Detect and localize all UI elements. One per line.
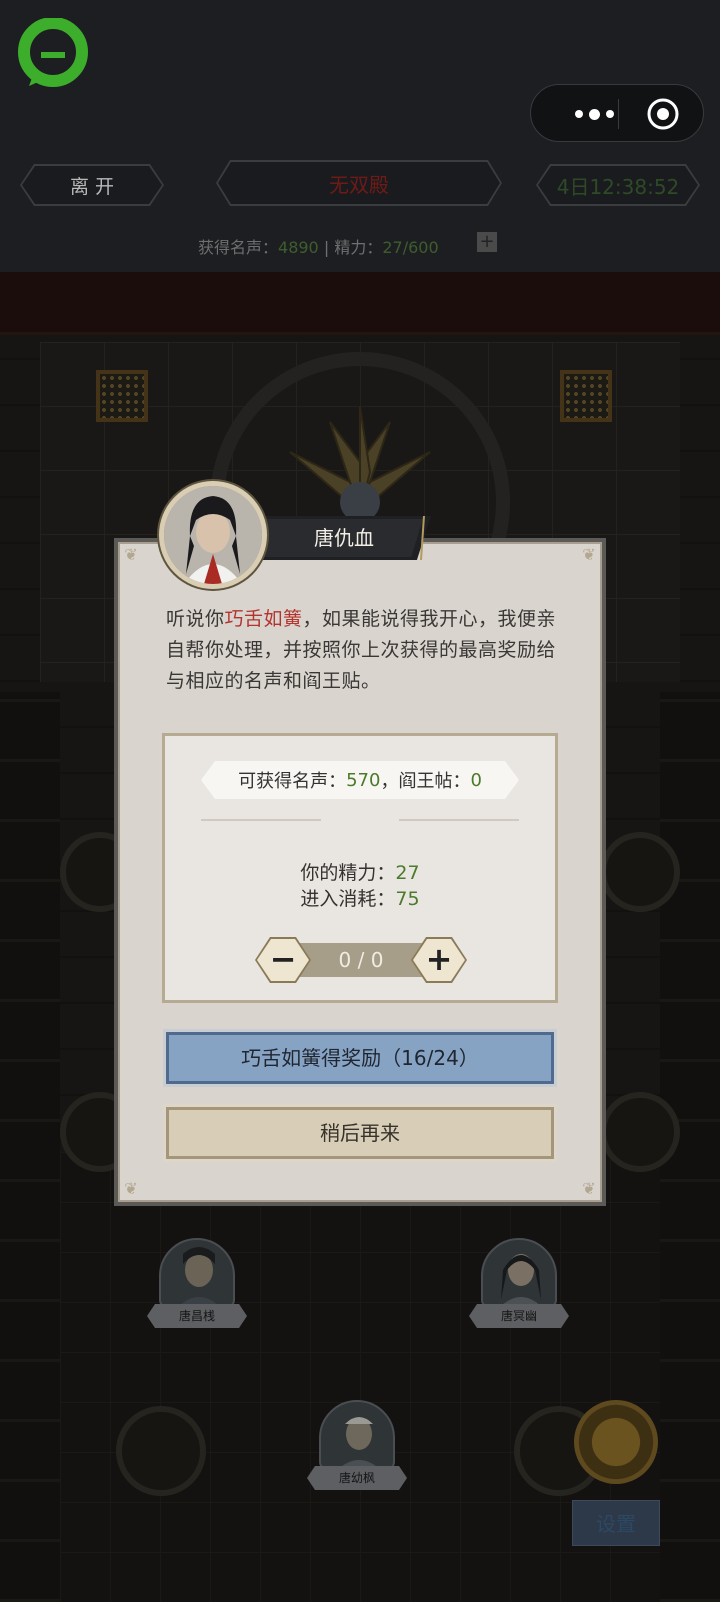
- leave-label: 离 开: [22, 166, 162, 204]
- timer-banner: 4日12:38:52: [536, 164, 700, 206]
- reward-fame-value: 570: [346, 769, 381, 791]
- add-energy-button[interactable]: +: [477, 232, 497, 252]
- cost-value: 75: [395, 888, 420, 910]
- corner-ornament: ❦: [124, 1179, 138, 1198]
- reward-ticket-value: 0: [470, 769, 482, 791]
- character-name: 唐幼枫: [307, 1466, 407, 1490]
- character-name-banner: 唐仇血: [255, 516, 431, 560]
- energy-label: 精力：: [334, 238, 383, 257]
- capsule-divider: [618, 99, 619, 129]
- reward-panel: 可获得名声： 570 ，阎王帖： 0 你的精力：27 进入消耗：75 0 / 0 − …: [162, 733, 558, 1003]
- dialog-description: 听说你巧舌如簧，如果能说得我开心，我便亲自帮你处理，并按照你上次获得的最高奖励给…: [166, 604, 560, 697]
- reward-ticket-label: ，阎王帖：: [380, 771, 471, 792]
- desc-highlight: 巧舌如簧: [224, 608, 303, 630]
- corner-ornament: ❦: [582, 1179, 596, 1198]
- location-banner: 无双殿: [216, 160, 502, 206]
- fame-label: 获得名声：: [198, 238, 279, 257]
- desc-part-1: 听说你: [166, 608, 225, 630]
- character-name: 唐冥幽: [469, 1304, 569, 1328]
- come-back-later-button[interactable]: 稍后再来: [166, 1107, 554, 1159]
- quantity-stepper: 0 / 0 − +: [257, 939, 465, 981]
- character-name-label: 唐仇血: [314, 526, 374, 550]
- energy-value: 27: [395, 862, 420, 884]
- character-card[interactable]: 唐昌桟: [147, 1238, 247, 1330]
- divider-ornament: [399, 819, 519, 821]
- cost-label: 进入消耗：: [300, 888, 396, 910]
- character-name: 唐昌桟: [147, 1304, 247, 1328]
- character-portrait: [481, 1238, 557, 1308]
- mini-program-capsule: [530, 84, 704, 142]
- stats-separator: |: [323, 238, 330, 257]
- leave-button[interactable]: 离 开: [20, 164, 164, 206]
- energy-row: 你的精力：27: [165, 860, 555, 886]
- stats-line: 获得名声：4890 | 精力：27/600: [198, 234, 439, 258]
- energy-value: 27/600: [382, 238, 439, 257]
- corner-ornament: ❦: [124, 545, 138, 564]
- meditation-icon[interactable]: [574, 1400, 658, 1484]
- energy-info: 你的精力：27 进入消耗：75: [165, 860, 555, 912]
- character-portrait: [159, 1238, 235, 1308]
- character-portrait: [319, 1400, 395, 1470]
- cost-row: 进入消耗：75: [165, 886, 555, 912]
- top-bar: 离 开 无双殿 4日12:38:52 获得名声：4890 | 精力：27/600…: [0, 0, 720, 272]
- claim-reward-button[interactable]: 巧舌如簧得奖励（16/24）: [166, 1032, 554, 1084]
- divider-ornament: [201, 819, 321, 821]
- character-card[interactable]: 唐冥幽: [469, 1238, 569, 1330]
- reward-fame-label: 可获得名声：: [238, 771, 347, 792]
- reward-pill: 可获得名声： 570 ，阎王帖： 0: [201, 761, 519, 799]
- settings-button[interactable]: 设置: [572, 1500, 660, 1546]
- character-card[interactable]: 唐幼枫: [307, 1400, 407, 1492]
- character-avatar: [159, 481, 267, 589]
- timer-label: 4日12:38:52: [538, 166, 698, 204]
- chat-bubble-icon[interactable]: [17, 18, 89, 90]
- energy-label: 你的精力：: [300, 862, 396, 884]
- corner-ornament: ❦: [582, 545, 596, 564]
- fame-value: 4890: [278, 238, 319, 257]
- stepper-value: 0 / 0: [338, 948, 384, 972]
- close-target-icon[interactable]: [646, 97, 680, 131]
- location-label: 无双殿: [218, 162, 500, 204]
